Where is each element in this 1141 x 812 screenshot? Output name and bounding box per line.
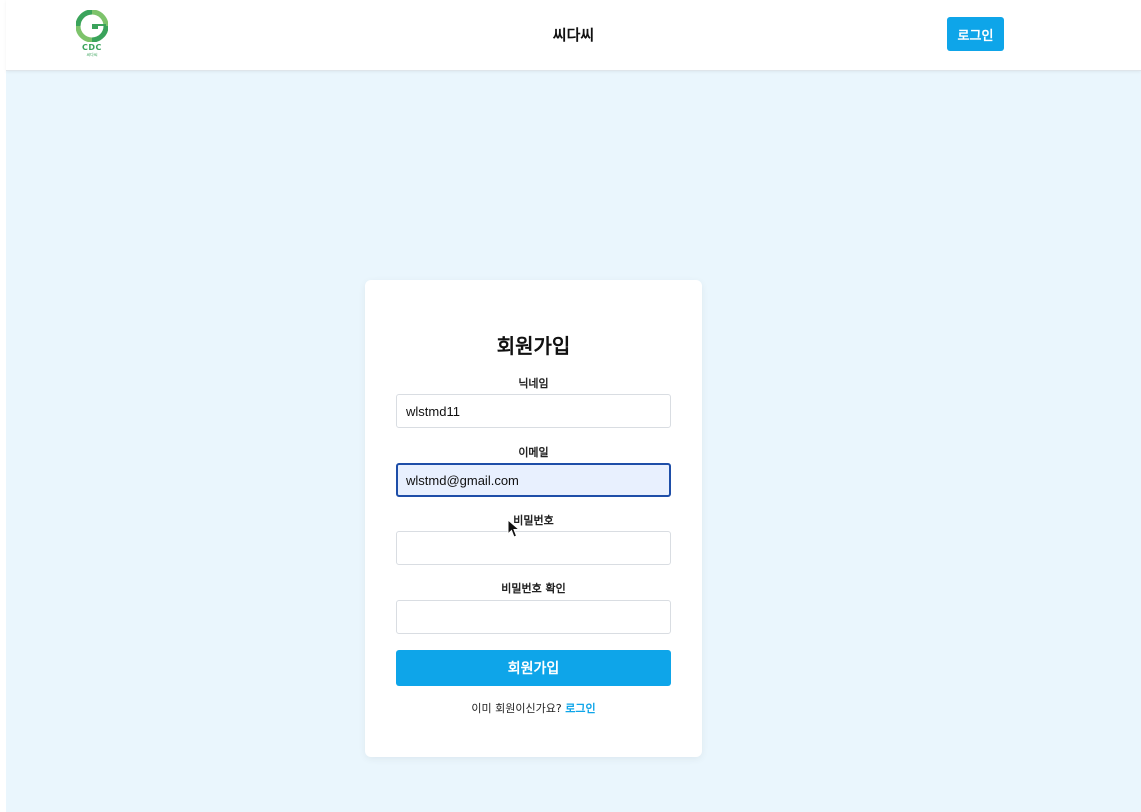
header-login-button[interactable]: 로그인 (947, 17, 1004, 51)
nickname-input[interactable] (396, 394, 671, 428)
signup-title: 회원가입 (496, 334, 571, 358)
signup-submit-button[interactable]: 회원가입 (396, 650, 671, 686)
login-link[interactable]: 로그인 (565, 702, 595, 715)
email-label: 이메일 (518, 446, 549, 459)
login-prompt-text: 이미 회원이신가요? (471, 702, 562, 715)
password-confirm-input[interactable] (396, 600, 671, 634)
mouse-cursor-icon (507, 519, 521, 538)
signup-card: 회원가입 닉네임 이메일 비밀번호 비밀번호 확인 회원가입 이미 회원이신가요… (365, 280, 702, 757)
logo-subtext: 씨다씨 (86, 52, 98, 57)
nickname-label: 닉네임 (518, 377, 549, 390)
login-prompt: 이미 회원이신가요? 로그인 (365, 700, 702, 716)
email-input[interactable] (396, 463, 671, 497)
password-label: 비밀번호 (513, 514, 554, 527)
password-input[interactable] (396, 531, 671, 565)
password-confirm-label: 비밀번호 확인 (501, 582, 566, 595)
page-background: CDC 씨다씨 씨다씨 로그인 회원가입 닉네임 이메일 비밀번호 비밀번호 확… (6, 0, 1141, 812)
top-header: CDC 씨다씨 씨다씨 로그인 (6, 0, 1141, 71)
